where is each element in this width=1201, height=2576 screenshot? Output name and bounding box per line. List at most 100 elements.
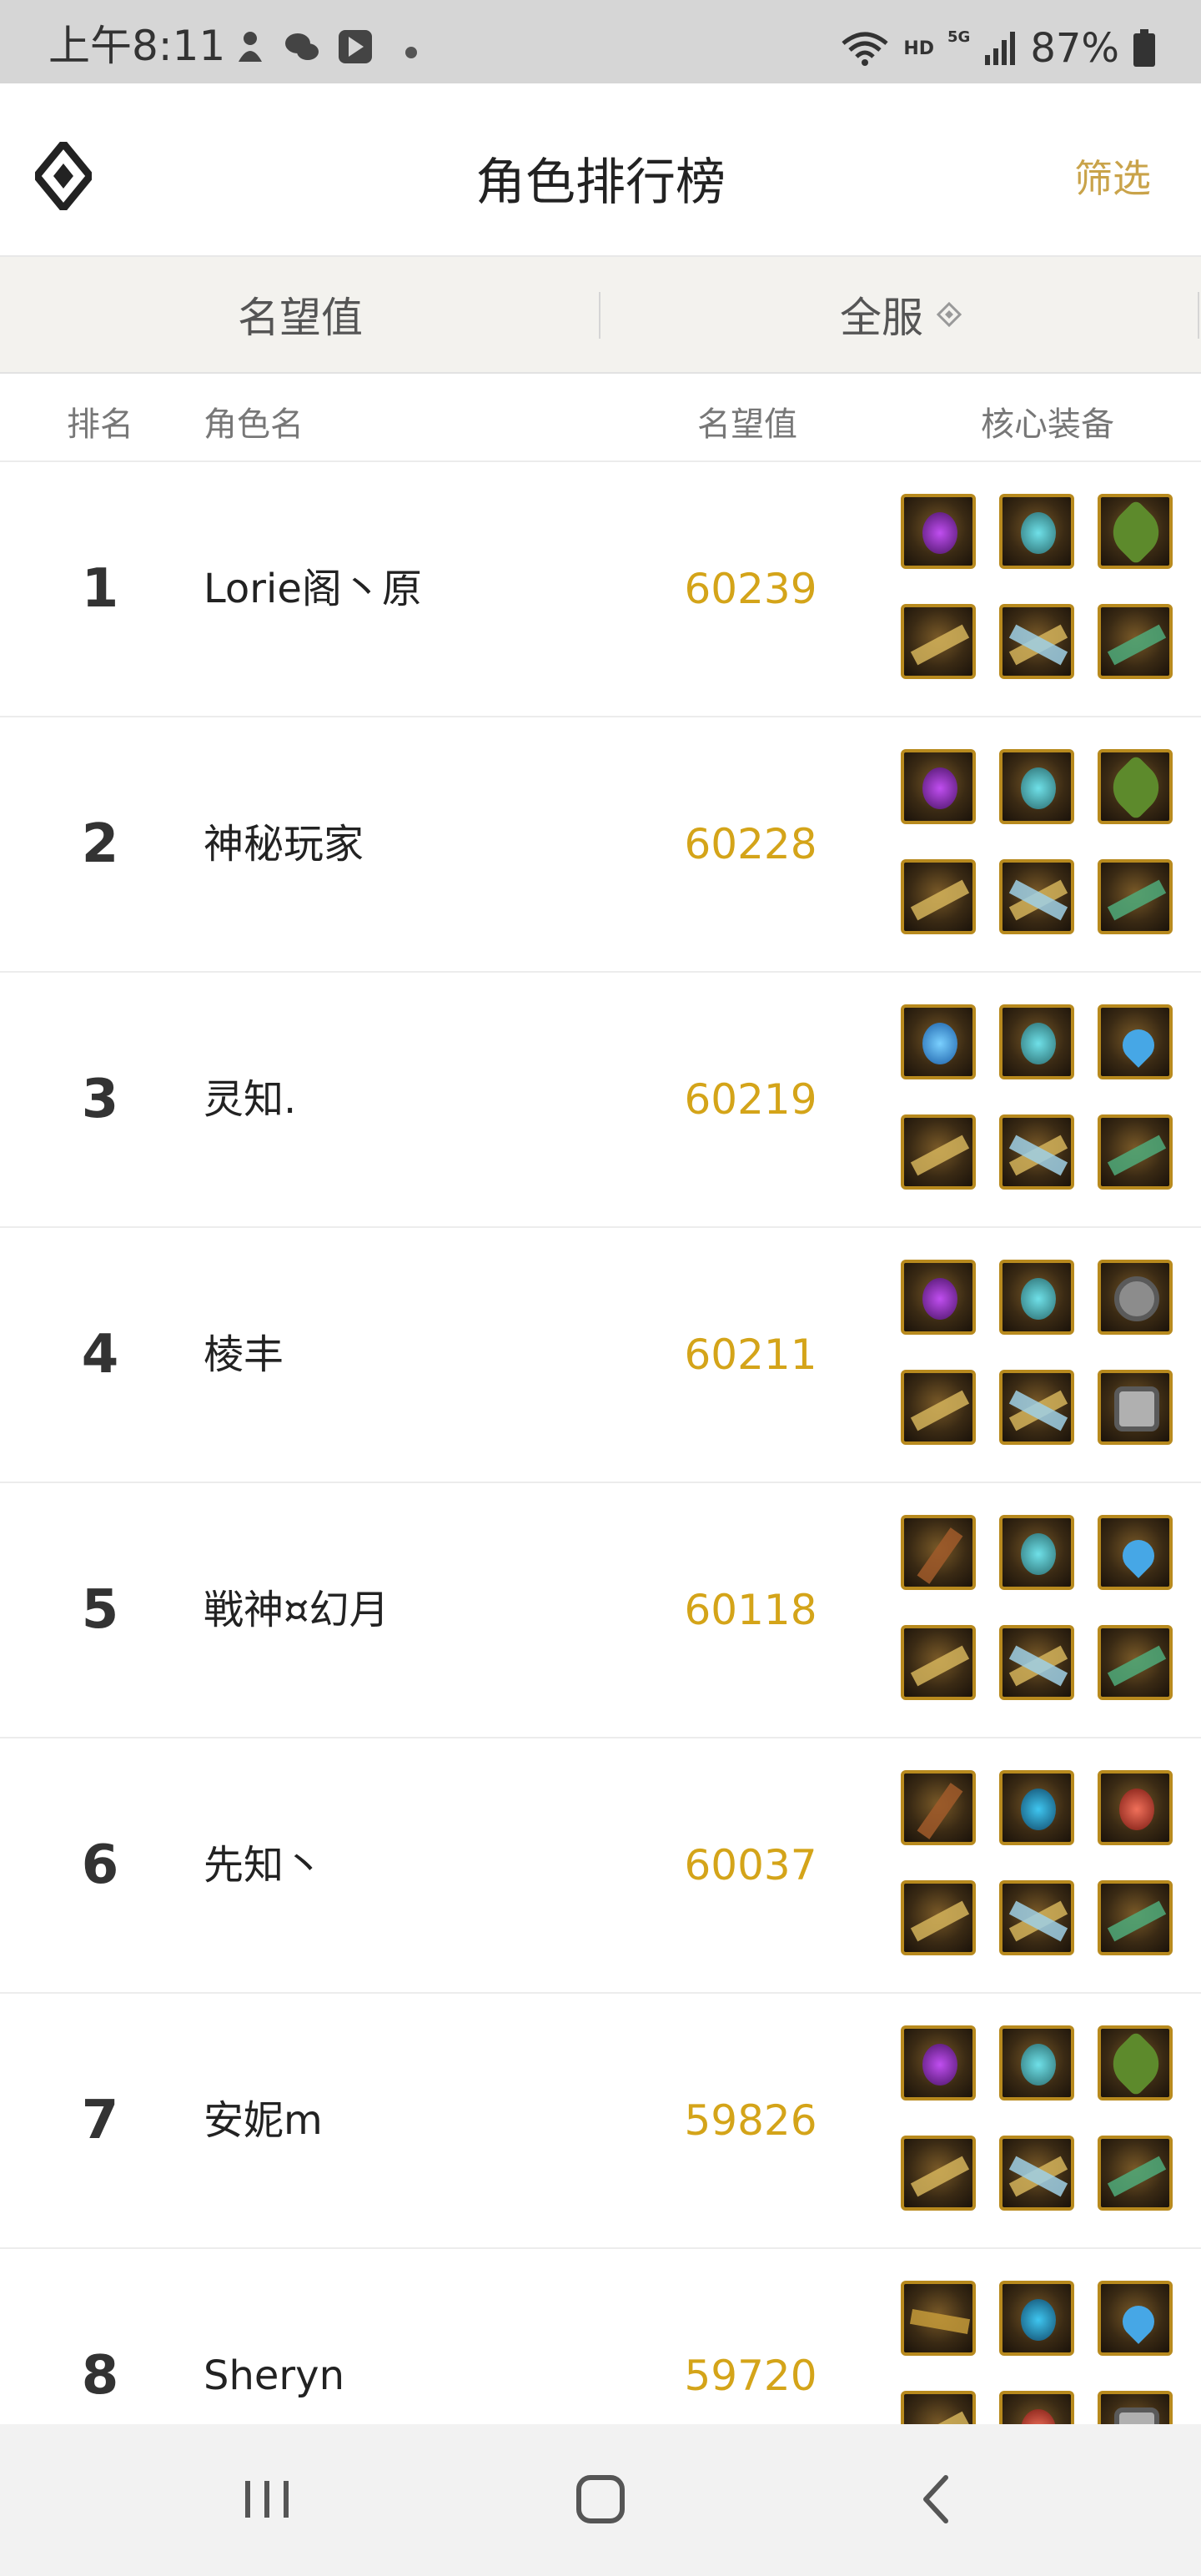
equipment-icon[interactable] [901,859,976,934]
tab-label: 全服 [840,294,923,342]
table-row[interactable]: 1 Lorie阁丶原 60239 [0,462,1201,717]
equipment-icon[interactable] [901,2136,976,2211]
equipment-icon[interactable] [1098,2281,1173,2356]
reputation-score: 60211 [684,1331,817,1379]
equipment-icon[interactable] [999,749,1074,824]
equipment-icon[interactable] [999,1770,1074,1845]
network-type: HD [903,38,934,59]
wifi-icon [842,32,888,66]
equipment-icon[interactable] [1098,494,1173,569]
reputation-score: 60219 [684,1075,817,1124]
equipment-icon[interactable] [1098,859,1173,934]
equipment-icon[interactable] [901,494,976,569]
equipment-icon[interactable] [1098,2136,1173,2211]
table-row[interactable]: 6 先知丶 60037 [0,1738,1201,1994]
character-name: 戦神¤幻月 [204,1587,389,1633]
signal-type: 5G [947,28,971,46]
rank-number: 5 [81,1579,119,1641]
rank-number: 2 [81,813,119,875]
system-nav-bar [0,2424,1201,2576]
table-row[interactable]: 3 灵知. 60219 [0,973,1201,1228]
reputation-score: 60118 [684,1586,817,1634]
equipment-icon[interactable] [999,1004,1074,1079]
core-equipment-grid [901,1260,1176,1445]
core-equipment-grid [901,1770,1176,1955]
equipment-icon[interactable] [1098,1625,1173,1700]
table-row[interactable]: 5 戦神¤幻月 60118 [0,1483,1201,1738]
equipment-icon[interactable] [999,1370,1074,1445]
tab-divider [1198,292,1199,339]
app-icon [339,30,372,63]
equipment-icon[interactable] [999,2136,1074,2211]
equipment-icon[interactable] [999,1515,1074,1590]
table-row[interactable]: 4 棱丰 60211 [0,1228,1201,1483]
app-header: 角色排行榜 筛选 [0,83,1201,257]
status-time: 上午8:11 [48,22,226,70]
wechat-icon [285,33,319,60]
equipment-icon[interactable] [1098,1515,1173,1590]
column-rank: 排名 [67,405,133,444]
back-icon[interactable] [904,2466,971,2533]
battery-percent: 87% [1030,25,1119,72]
character-name: 灵知. [204,1076,297,1123]
equipment-icon[interactable] [901,1770,976,1845]
recent-apps-icon[interactable] [234,2466,300,2533]
reputation-score: 60228 [684,820,817,868]
equipment-icon[interactable] [1098,1260,1173,1335]
equipment-icon[interactable] [999,1260,1074,1335]
table-header: 排名 角色名 名望值 核心装备 [0,374,1201,462]
equipment-icon[interactable] [999,1114,1074,1190]
equipment-icon[interactable] [1098,2025,1173,2101]
equipment-icon[interactable] [999,859,1074,934]
equipment-icon[interactable] [901,749,976,824]
reputation-score: 60037 [684,1841,817,1889]
core-equipment-grid [901,2025,1176,2211]
tab-ranking-type[interactable]: 名望值 [0,257,600,372]
equipment-icon[interactable] [901,1625,976,1700]
table-row[interactable]: 2 神秘玩家 60228 [0,717,1201,973]
equipment-icon[interactable] [901,1880,976,1955]
core-equipment-grid [901,494,1176,679]
page-title: 角色排行榜 [475,153,726,212]
equipment-icon[interactable] [901,2025,976,2101]
core-equipment-grid [901,749,1176,934]
equipment-icon[interactable] [999,604,1074,679]
column-name: 角色名 [204,405,304,444]
tab-label: 名望值 [238,294,363,342]
equipment-icon[interactable] [1098,749,1173,824]
home-icon[interactable] [567,2466,634,2533]
table-row[interactable]: 7 安妮m 59826 [0,1994,1201,2249]
filter-button[interactable]: 筛选 [1074,148,1151,204]
character-name: 安妮m [204,2097,323,2144]
character-name: 先知丶 [204,1842,324,1889]
equipment-icon[interactable] [901,604,976,679]
equipment-icon[interactable] [999,1625,1074,1700]
equipment-icon[interactable] [1098,1370,1173,1445]
equipment-icon[interactable] [999,494,1074,569]
equipment-icon[interactable] [1098,1770,1173,1845]
equipment-icon[interactable] [901,1515,976,1590]
rank-number: 7 [81,2090,119,2151]
rank-number: 6 [81,1834,119,1896]
equipment-icon[interactable] [1098,604,1173,679]
column-score: 名望值 [697,405,797,444]
equipment-icon[interactable] [999,1880,1074,1955]
notification-app-icon [239,32,262,62]
equipment-icon[interactable] [999,2281,1074,2356]
equipment-icon[interactable] [901,1370,976,1445]
equipment-icon[interactable] [901,1114,976,1190]
more-dot-icon [405,47,417,58]
equipment-icon[interactable] [999,2025,1074,2101]
equipment-icon[interactable] [1098,1004,1173,1079]
equipment-icon[interactable] [901,2281,976,2356]
tab-server-select[interactable]: 全服 [600,257,1201,372]
ranking-list: 1 Lorie阁丶原 60239 2 神秘玩家 60228 3 灵知. 60219 4 棱丰 6021… [0,462,1201,2504]
rank-number: 3 [81,1069,119,1130]
column-equipment: 核心装备 [981,405,1114,444]
rank-number: 1 [81,558,119,620]
equipment-icon[interactable] [1098,1114,1173,1190]
equipment-icon[interactable] [901,1260,976,1335]
equipment-icon[interactable] [901,1004,976,1079]
battery-icon [1133,29,1155,67]
equipment-icon[interactable] [1098,1880,1173,1955]
